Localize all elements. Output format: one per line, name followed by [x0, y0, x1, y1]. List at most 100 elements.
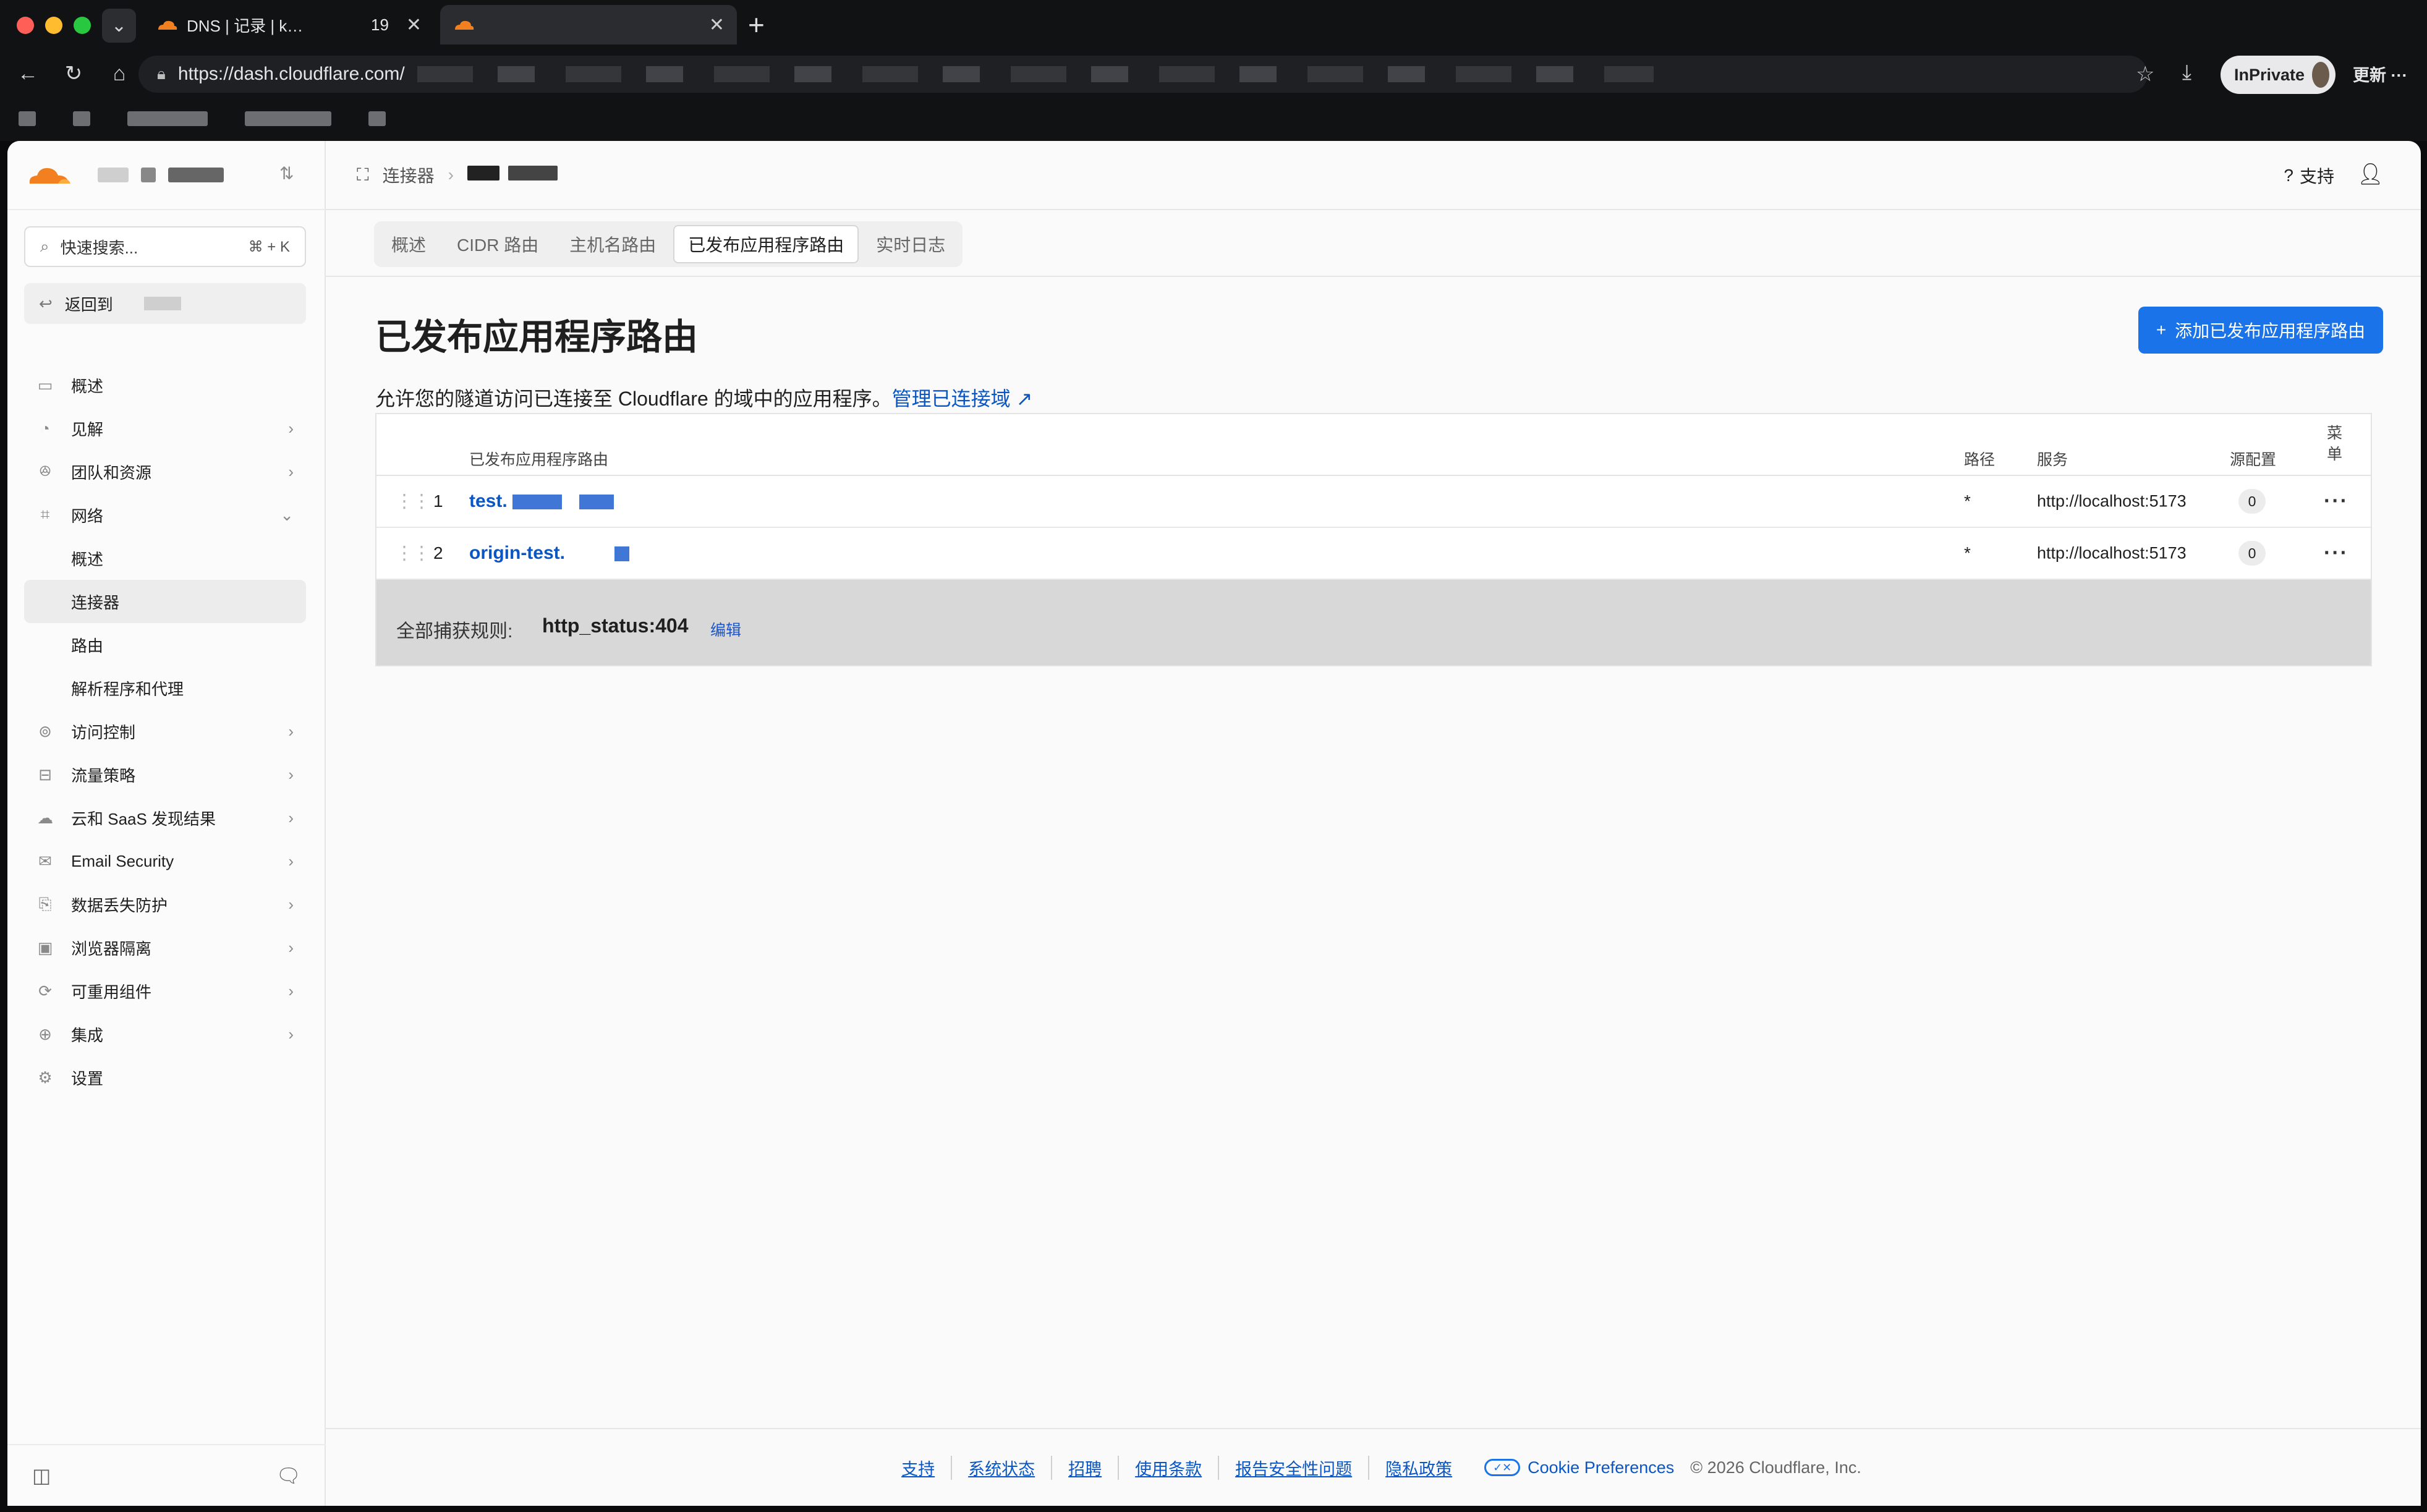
account-switcher-icon[interactable]: ⇅ — [279, 163, 294, 184]
route-path: * — [1964, 491, 1971, 511]
inprivate-label: InPrivate — [2234, 65, 2305, 84]
drag-handle-icon[interactable]: ⋮⋮ — [395, 491, 431, 512]
row-index: 2 — [433, 543, 443, 563]
back-arrow-icon[interactable]: ← — [12, 58, 43, 89]
cloudflare-logo-icon[interactable] — [26, 164, 73, 186]
col-route: 已发布应用程序路由 — [469, 451, 609, 469]
drag-handle-icon[interactable]: ⋮⋮ — [395, 543, 431, 564]
bookmark-item[interactable] — [245, 111, 331, 126]
traffic-icon: ⊟ — [38, 765, 52, 784]
row-menu-icon[interactable]: ··· — [2324, 490, 2348, 514]
quick-search-input[interactable]: ⌕ 快速搜索... ⌘ + K — [24, 226, 306, 267]
close-tab-icon[interactable]: ✕ — [709, 14, 725, 36]
favorite-star-icon[interactable]: ☆ — [2136, 62, 2154, 87]
support-label: 支持 — [2299, 167, 2334, 186]
support-button[interactable]: ? 支持 — [2284, 163, 2334, 188]
sidebar-item-label: 见解 — [71, 420, 104, 439]
table-row: ⋮⋮ 2 origin-test. * http://localhost:517… — [376, 528, 2371, 580]
tab-live-logs[interactable]: 实时日志 — [862, 225, 959, 263]
insights-icon: ◔ — [40, 418, 50, 438]
sidebar-subitem-resolvers[interactable]: 解析程序和代理 — [24, 666, 306, 710]
tab-cidr-routes[interactable]: CIDR 路由 — [443, 225, 552, 263]
page-title: 已发布应用程序路由 — [375, 317, 699, 357]
sidebar-item-team[interactable]: ꔮ 团队和资源 › — [24, 450, 306, 493]
sidebar-subitem-routes[interactable]: 路由 — [24, 623, 306, 666]
copyright: © 2026 Cloudflare, Inc. — [1690, 1458, 1861, 1477]
sidebar-item-network[interactable]: ⌗ 网络 ⌄ — [24, 493, 306, 537]
address-url-redacted — [417, 66, 1654, 82]
dlp-icon: ⎘ — [38, 894, 52, 913]
bookmark-item[interactable] — [127, 111, 208, 126]
breadcrumb-tunnel-redacted[interactable] — [467, 165, 566, 185]
help-circle-icon: ? — [2284, 166, 2293, 185]
profile-avatar — [2312, 62, 2329, 88]
chevron-down-icon: ⌄ — [280, 505, 294, 524]
add-published-route-button[interactable]: + 添加已发布应用程序路由 — [2138, 307, 2383, 354]
overview-icon: ▭ — [37, 375, 53, 394]
route-service: http://localhost:5173 — [2037, 543, 2187, 563]
inprivate-profile-button[interactable]: InPrivate — [2221, 56, 2336, 94]
route-hostname-link[interactable]: test. — [469, 491, 614, 512]
breadcrumb-connectors[interactable]: 连接器 — [383, 163, 435, 187]
reload-icon[interactable]: ↻ — [58, 58, 89, 89]
sidebar-item-browser-isolation[interactable]: ▣ 浏览器隔离 › — [24, 926, 306, 969]
integration-icon: ⊕ — [38, 1024, 52, 1043]
quick-search-placeholder: 快速搜索... — [60, 238, 138, 257]
update-button[interactable]: 更新 ··· — [2353, 62, 2407, 86]
sidebar-item-access[interactable]: ⊚ 访问控制 › — [24, 710, 306, 753]
manage-link-label: 管理已连接域 — [891, 388, 1011, 410]
sidebar-subitem-overview[interactable]: 概述 — [24, 537, 306, 580]
sidebar-nav: ▭ 概述 ◔ 见解 › ꔮ 团队和资源 › ⌗ 网络 ⌄ 概述 连接器 路由 解… — [24, 363, 306, 1099]
cookie-preferences-link[interactable]: ✓✕ Cookie Preferences — [1468, 1458, 1690, 1477]
sidebar-item-label: 访问控制 — [71, 723, 136, 742]
bookmark-item[interactable] — [73, 111, 90, 126]
footer-link-careers[interactable]: 招聘 — [1052, 1455, 1120, 1480]
feedback-icon[interactable]: 🗨︎ — [276, 1464, 301, 1487]
sidebar-item-reusable[interactable]: ⟳ 可重用组件 › — [24, 969, 306, 1013]
collapse-sidebar-icon[interactable]: ◫ — [32, 1464, 51, 1487]
chevron-right-icon: › — [288, 894, 294, 914]
footer-link-support[interactable]: 支持 — [885, 1455, 953, 1480]
tab-published-application-routes[interactable]: 已发布应用程序路由 — [673, 225, 859, 263]
footer-link-privacy[interactable]: 隐私政策 — [1369, 1456, 1468, 1480]
sidebar-item-integrations[interactable]: ⊕ 集成 › — [24, 1013, 306, 1056]
home-icon[interactable]: ⌂ — [104, 58, 135, 89]
browser-tab-2[interactable]: 19 — [359, 5, 433, 45]
window-controls — [17, 17, 91, 34]
minimize-window-button[interactable] — [45, 17, 62, 34]
sidebar-item-label: 概述 — [71, 376, 104, 396]
footer-link-terms[interactable]: 使用条款 — [1119, 1455, 1220, 1480]
user-icon[interactable]: 👤︎ — [2357, 162, 2384, 187]
sidebar-item-settings[interactable]: ⚙ 设置 — [24, 1056, 306, 1099]
address-bar[interactable]: 🔒︎ https://dash.cloudflare.com/ — [138, 56, 2148, 93]
download-icon[interactable]: ⤓ — [2182, 61, 2191, 85]
edit-catch-all-link[interactable]: 编辑 — [710, 618, 741, 640]
sidebar-item-traffic[interactable]: ⊟ 流量策略 › — [24, 753, 306, 796]
tabs: 概述 CIDR 路由 主机名路由 已发布应用程序路由 实时日志 — [374, 221, 963, 267]
new-tab-button[interactable]: + — [748, 9, 765, 41]
footer-link-report-security[interactable]: 报告安全性问题 — [1219, 1455, 1370, 1480]
bookmark-item[interactable] — [368, 111, 386, 126]
sidebar-item-cloud-saas[interactable]: ☁ 云和 SaaS 发现结果 › — [24, 796, 306, 839]
sidebar-item-overview[interactable]: ▭ 概述 — [24, 363, 306, 407]
row-menu-icon[interactable]: ··· — [2324, 542, 2348, 566]
lock-icon: 🔒︎ — [157, 64, 166, 83]
sidebar-item-email-security[interactable]: ✉ Email Security › — [24, 839, 306, 883]
tab-overview[interactable]: 概述 — [378, 225, 440, 263]
manage-connected-domains-link[interactable]: 管理已连接域 ↗ — [892, 388, 1033, 410]
bookmark-item[interactable] — [19, 111, 36, 126]
sidebar-item-dlp[interactable]: ⎘ 数据丢失防护 › — [24, 883, 306, 926]
route-hostname-link[interactable]: origin-test. — [469, 543, 629, 564]
back-to-account-button[interactable]: ↩ 返回到 — [24, 283, 306, 324]
sidebar-item-insights[interactable]: ◔ 见解 › — [24, 407, 306, 450]
tab-list-dropdown-button[interactable]: ⌄ — [102, 9, 136, 43]
maximize-window-button[interactable] — [74, 17, 91, 34]
description-text: 允许您的隧道访问已连接至 Cloudflare 的域中的应用程序。 — [375, 388, 892, 410]
browser-tab-active[interactable]: ✕ — [440, 5, 737, 45]
footer-link-status[interactable]: 系统状态 — [952, 1455, 1053, 1480]
back-label: 返回到 — [64, 295, 113, 314]
chevron-right-icon: › — [288, 418, 294, 438]
sidebar-subitem-connectors[interactable]: 连接器 — [24, 580, 306, 623]
close-window-button[interactable] — [17, 17, 34, 34]
tab-hostname-routes[interactable]: 主机名路由 — [556, 225, 669, 263]
